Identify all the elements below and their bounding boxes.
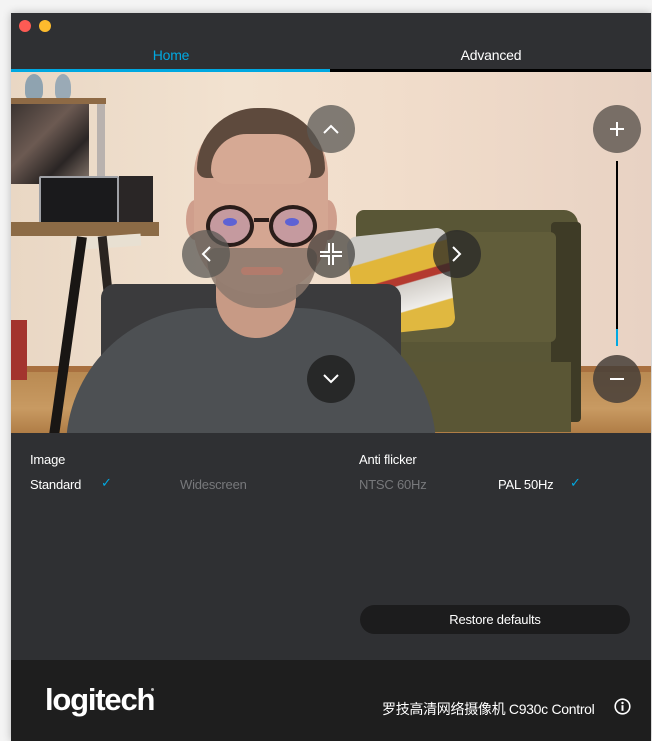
close-window-button[interactable] [19,20,31,32]
app-window: Home Advanced Image Standard ✓ Widescree… [11,13,651,741]
anti-flicker-option-pal[interactable]: PAL 50Hz [498,477,554,492]
tab-bar: Home Advanced [11,37,651,73]
scene-person-forehead [211,134,311,184]
scene-corkboard [11,104,89,184]
scene-person-mouth [241,267,283,275]
scene-shelf-post [97,104,105,184]
anti-flicker-option-ntsc[interactable]: NTSC 60Hz [359,477,427,492]
chevron-up-icon [323,124,339,134]
tab-home[interactable]: Home [11,37,331,73]
image-option-widescreen[interactable]: Widescreen [180,477,247,492]
registered-mark-icon [151,688,154,691]
pan-right-button[interactable] [433,230,481,278]
recenter-icon [320,243,342,265]
checkmark-icon: ✓ [570,475,581,490]
anti-flicker-section-label: Anti flicker [359,452,417,467]
pan-up-button[interactable] [307,105,355,153]
settings-panel: Image Standard ✓ Widescreen Anti flicker… [11,433,651,660]
zoom-in-button[interactable] [593,105,641,153]
chevron-right-icon [452,246,462,262]
tab-advanced[interactable]: Advanced [331,37,651,73]
pan-left-button[interactable] [182,230,230,278]
scene-glasses-bridge [254,218,269,222]
scene-organizer [119,176,153,224]
image-option-standard[interactable]: Standard [30,477,81,492]
zoom-slider[interactable] [616,161,618,346]
title-bar [11,13,651,37]
scene-vase [25,74,43,100]
zoom-slider-fill [616,329,618,346]
minus-icon [610,378,624,380]
scene-laptop [39,176,119,226]
minimize-window-button[interactable] [39,20,51,32]
product-name: 罗技高清网络摄像机 C930c Control [382,701,595,717]
chevron-left-icon [201,246,211,262]
chevron-down-icon [323,374,339,384]
camera-preview [11,72,651,433]
zoom-out-button[interactable] [593,355,641,403]
scene-vase [55,74,71,100]
checkmark-icon: ✓ [101,475,112,490]
logitech-logo: logitech [45,682,155,717]
footer: logitech 罗技高清网络摄像机 C930c Control [11,660,651,741]
restore-defaults-button[interactable]: Restore defaults [360,605,630,634]
recenter-button[interactable] [307,230,355,278]
scene-bag [11,320,27,380]
plus-icon [610,122,624,136]
pan-down-button[interactable] [307,355,355,403]
image-section-label: Image [30,452,66,467]
info-icon[interactable] [614,698,631,715]
